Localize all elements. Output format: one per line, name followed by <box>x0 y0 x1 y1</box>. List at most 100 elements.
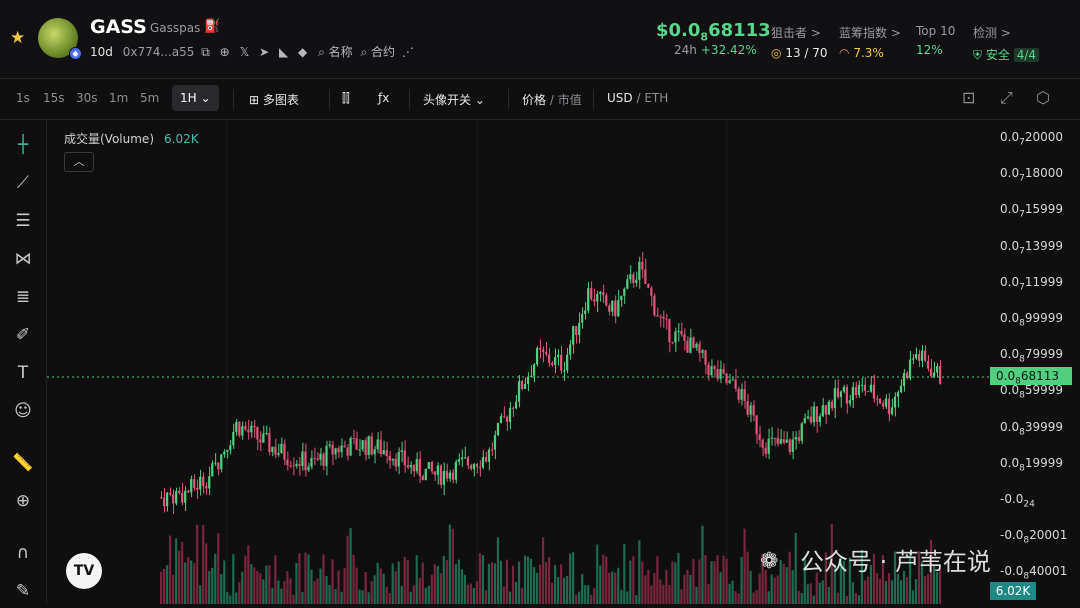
audit-stat[interactable]: 检测 > ⛨ 安全 4/4 <box>973 24 1039 63</box>
volume-bar <box>668 584 671 604</box>
candle-body <box>683 334 686 341</box>
volume-bar <box>367 592 370 604</box>
candle-body <box>620 295 623 301</box>
volume-bar <box>520 587 524 604</box>
interval-1s[interactable]: 1s <box>16 91 30 105</box>
horizontal-lines-icon[interactable]: ☰ <box>10 208 36 234</box>
camera-icon[interactable]: ⊡ <box>962 88 975 107</box>
candle-body <box>593 299 596 302</box>
tradingview-logo[interactable]: TV <box>66 553 102 589</box>
lock-pencil-icon[interactable]: ✎ <box>10 578 36 604</box>
candle-type-icon[interactable]: ⫿⫿ <box>342 91 350 106</box>
candle-body <box>578 322 581 336</box>
candle-body <box>511 407 515 409</box>
pattern-icon[interactable]: ⋈ <box>10 246 36 272</box>
pump-icon: ⛽ <box>204 19 221 34</box>
volume-bar <box>554 564 557 604</box>
snipers-stat[interactable]: 狙击者 > ◎ 13 / 70 <box>771 24 828 60</box>
candle-body <box>208 476 211 489</box>
candle-body <box>755 415 758 435</box>
candle-body <box>412 465 415 472</box>
candlestick-chart[interactable] <box>47 120 990 604</box>
drawing-tools-sidebar: ┼ ⟋ ☰ ⋈ ≣ ✐ T ☺ 📏 ⊕ ∩ ✎ <box>0 120 47 604</box>
volume-bar <box>352 554 355 604</box>
telegram-icon[interactable]: ➤ <box>259 45 269 59</box>
candle-body <box>857 385 860 396</box>
price-axis[interactable]: 0.0720000 0.0718000 0.0715999 0.0713999 0.07… <box>990 120 1080 604</box>
volume-bar <box>502 586 506 604</box>
avatar-toggle-dropdown[interactable]: 头像开关 ⌄ <box>423 91 485 108</box>
favorite-star-icon[interactable]: ★ <box>10 28 25 48</box>
brush-icon[interactable]: ✐ <box>10 322 36 348</box>
bluechip-stat[interactable]: 蓝筹指数 > ◠ 7.3% <box>839 24 901 60</box>
x-icon[interactable]: 𝕏 <box>240 45 250 59</box>
volume-bar <box>551 582 554 604</box>
volume-bar <box>632 556 635 604</box>
collapse-legend-button[interactable]: ︿ <box>64 152 94 172</box>
volume-bar <box>695 586 698 604</box>
volume-bar <box>710 561 713 604</box>
share-icon[interactable]: ⋰ <box>402 45 414 59</box>
volume-bar <box>289 578 292 604</box>
volume-bar <box>644 575 647 604</box>
ruler-icon[interactable]: 📏 <box>10 450 36 476</box>
settings-icon[interactable]: ⬡ <box>1036 88 1050 107</box>
volume-bar <box>220 574 223 604</box>
fib-icon[interactable]: ≣ <box>10 284 36 310</box>
volume-bar <box>439 573 442 604</box>
emoji-icon[interactable]: ☺ <box>10 398 36 424</box>
candle-body <box>806 416 809 419</box>
candle-body <box>361 440 364 450</box>
token-header: ★ ◆ GASS Gasspas ⛽ 10d 0x774...a55 ⧉ ⊕ 𝕏… <box>0 0 1080 79</box>
candle-body <box>923 350 927 361</box>
candle-body <box>214 462 217 464</box>
search-contract-link[interactable]: ⌕ 合约 <box>360 45 395 59</box>
volume-bar <box>481 555 485 604</box>
candle-body <box>322 453 325 467</box>
volume-bar <box>686 569 689 604</box>
candle-body <box>740 389 743 400</box>
indicators-icon[interactable]: ƒx <box>378 91 389 105</box>
crosshair-icon[interactable]: ┼ <box>10 132 36 158</box>
fullscreen-icon[interactable]: ⤢ <box>1000 88 1013 108</box>
interval-1h-dropdown[interactable]: 1H ⌄ <box>172 85 219 111</box>
volume-bar <box>379 568 382 604</box>
candle-body <box>908 359 912 379</box>
candle-body <box>590 288 593 300</box>
candle-body <box>496 422 500 436</box>
candle-body <box>569 344 572 355</box>
volume-bar <box>743 528 746 604</box>
search-name-link[interactable]: ⌕ 名称 <box>318 45 353 59</box>
text-icon[interactable]: T <box>10 360 36 386</box>
candle-body <box>776 437 779 444</box>
multi-chart-button[interactable]: ⊞ 多图表 <box>249 91 299 108</box>
interval-15s[interactable]: 15s <box>43 91 65 105</box>
volume-bar <box>517 561 521 604</box>
pump-link-icon[interactable]: ◆ <box>298 45 307 59</box>
volume-bar <box>532 567 536 604</box>
candle-body <box>280 443 283 453</box>
trendline-icon[interactable]: ⟋ <box>10 170 36 196</box>
volume-bar <box>301 592 304 604</box>
candle-body <box>502 416 506 418</box>
chart-area[interactable] <box>47 120 990 604</box>
website-icon[interactable]: ⊕ <box>220 45 230 59</box>
candle-body <box>445 470 448 479</box>
candle-body <box>770 437 773 439</box>
usd-eth-toggle[interactable]: USD / ETH <box>607 91 668 105</box>
chart-link-icon[interactable]: ◣ <box>279 45 288 59</box>
candle-body <box>466 457 469 466</box>
copy-icon[interactable]: ⧉ <box>201 45 210 60</box>
zoom-icon[interactable]: ⊕ <box>10 488 36 514</box>
interval-30s[interactable]: 30s <box>76 91 98 105</box>
candle-body <box>391 458 394 461</box>
price-mcap-toggle[interactable]: 价格 / 市值 <box>522 91 582 108</box>
candle-body <box>304 451 307 471</box>
volume-bar <box>418 578 421 604</box>
interval-1m[interactable]: 1m <box>109 91 128 105</box>
interval-5m[interactable]: 5m <box>140 91 159 105</box>
top10-stat[interactable]: Top 10 12% <box>916 24 955 57</box>
candle-body <box>818 416 821 423</box>
magnet-icon[interactable]: ∩ <box>10 540 36 566</box>
price-change: 24h +32.42% <box>674 43 757 57</box>
